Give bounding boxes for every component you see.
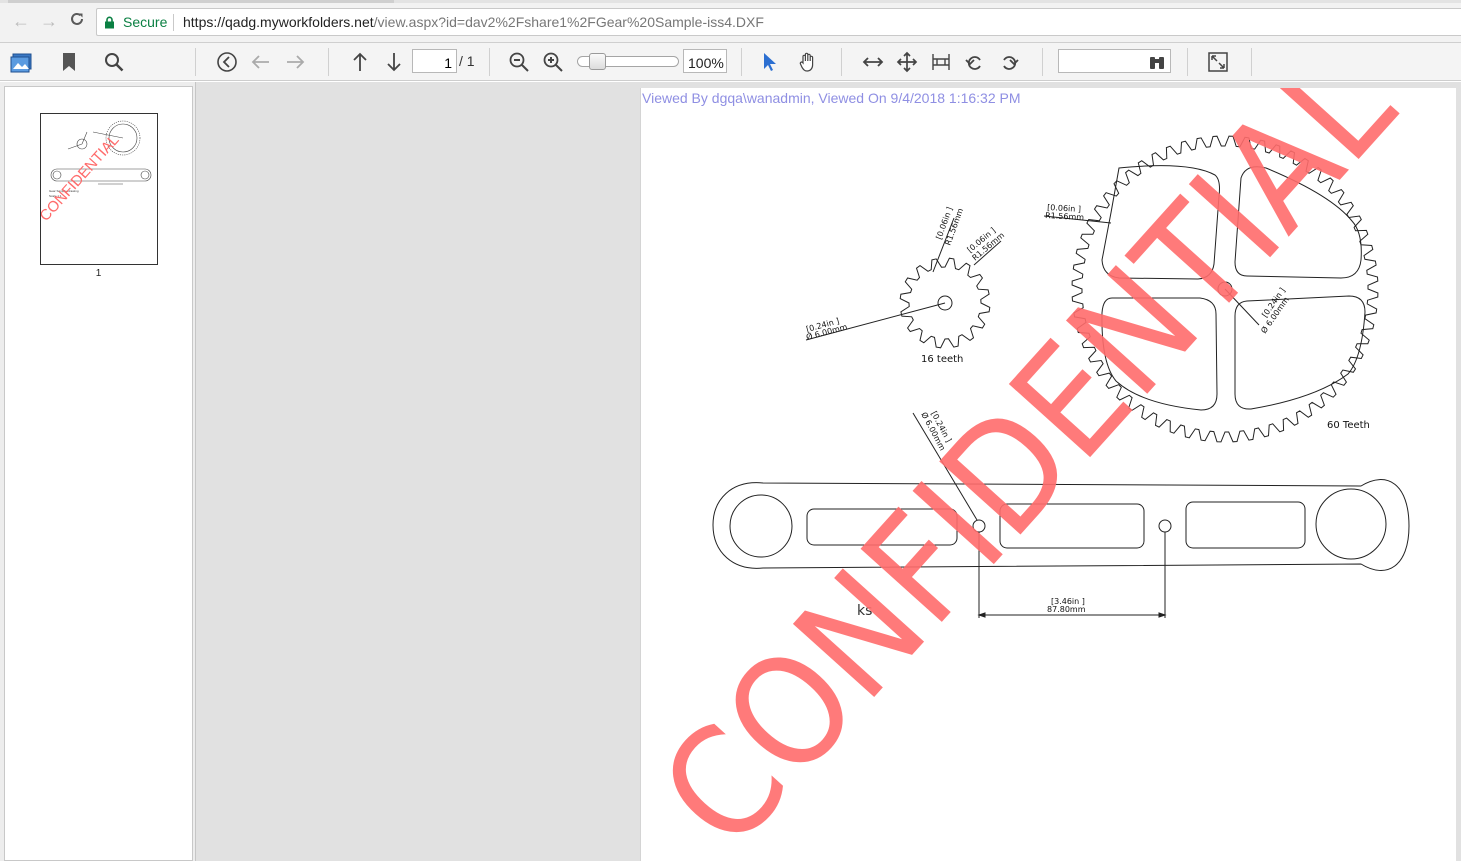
previous-view-icon[interactable] <box>249 50 273 74</box>
confidential-watermark: CONFIDENTIAL <box>641 88 1427 861</box>
bookmarks-icon[interactable] <box>57 50 81 74</box>
url-omnibox[interactable]: Secure https://qadg.myworkfolders.net/vi… <box>96 8 1461 36</box>
page-total-label: / 1 <box>459 53 475 69</box>
tab-strip <box>0 0 1461 3</box>
thumbnail-list: Gear Sample Drawing Scale 1:1 CONFIDENTI… <box>4 86 193 861</box>
next-page-icon[interactable] <box>382 50 406 74</box>
zoom-in-icon[interactable] <box>541 50 565 74</box>
next-view-icon[interactable] <box>283 50 307 74</box>
browser-address-bar: ← → Secure https://qadg.myworkfolders.ne… <box>0 0 1461 43</box>
browser-forward-icon[interactable]: → <box>38 10 60 32</box>
document-page: Viewed By dgqa\wanadmin, Viewed On 9/4/2… <box>640 88 1456 861</box>
binoculars-icon[interactable] <box>1145 50 1169 74</box>
browser-reload-icon[interactable] <box>66 10 88 32</box>
cad-drawing: [0.24in ] Ø 6.00mm [0.06in ] R1.56mm [0.… <box>641 88 1427 861</box>
zoom-level-field[interactable] <box>683 49 727 73</box>
rotate-left-icon[interactable] <box>963 50 987 74</box>
fit-page-icon[interactable] <box>895 50 919 74</box>
thumbnail-watermark: CONFIDENTIAL <box>41 132 123 225</box>
page-thumbnail[interactable]: Gear Sample Drawing Scale 1:1 CONFIDENTI… <box>36 113 158 265</box>
big-gear-caption: 60 Teeth <box>1327 420 1370 431</box>
thumbnail-panel: Gear Sample Drawing Scale 1:1 CONFIDENTI… <box>0 82 196 861</box>
pan-hand-icon[interactable] <box>796 50 820 74</box>
rotate-right-icon[interactable] <box>997 50 1021 74</box>
select-pointer-icon[interactable] <box>757 50 781 74</box>
url-text[interactable]: https://qadg.myworkfolders.net/view.aspx… <box>183 14 764 30</box>
secure-label: Secure <box>123 14 168 30</box>
thumbnail-page-label: 1 <box>95 268 102 279</box>
previous-page-icon[interactable] <box>348 50 372 74</box>
viewer-toolbar: / 1 <box>0 43 1461 81</box>
zoom-out-icon[interactable] <box>507 50 531 74</box>
dim-big-tooth-mm: R1.56mm <box>1045 211 1085 222</box>
page-number-input[interactable] <box>412 49 457 73</box>
browser-back-icon[interactable]: ← <box>10 10 32 32</box>
link-arm-right-bore <box>1315 488 1387 560</box>
first-page-icon[interactable] <box>215 50 239 74</box>
thumbnails-icon[interactable] <box>10 50 34 74</box>
fullscreen-icon[interactable] <box>1206 50 1230 74</box>
zoom-slider-thumb[interactable] <box>589 53 606 70</box>
fit-height-icon[interactable] <box>929 50 953 74</box>
link-arm-hole-b <box>1158 519 1172 533</box>
dim-arm-span-mm: 87.80mm <box>1047 605 1086 614</box>
search-icon[interactable] <box>102 50 126 74</box>
fit-width-icon[interactable] <box>861 50 885 74</box>
link-arm-left-bore <box>729 494 793 558</box>
secure-lock-icon <box>105 16 114 29</box>
link-arm-slot-right <box>1185 501 1306 549</box>
small-gear-caption: 16 teeth <box>921 354 963 365</box>
